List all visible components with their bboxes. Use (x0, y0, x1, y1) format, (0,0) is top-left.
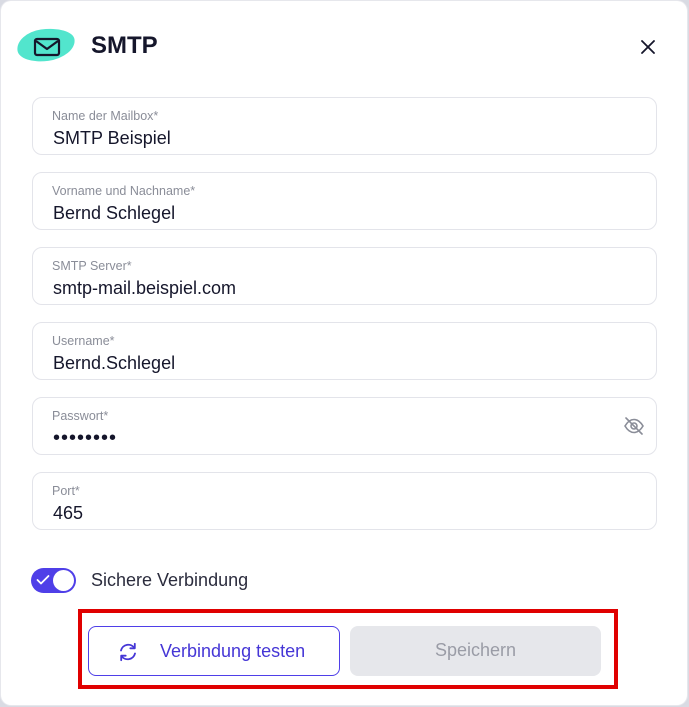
field-value[interactable]: Bernd Schlegel (53, 203, 175, 224)
dialog-header: SMTP (1, 1, 687, 91)
field-label: Vorname und Nachname* (52, 184, 196, 198)
field-label: SMTP Server* (52, 259, 132, 273)
password-field[interactable]: Passwort* •••••••• (32, 397, 657, 455)
field-value[interactable]: 465 (53, 503, 83, 524)
eye-off-icon[interactable] (623, 415, 645, 437)
field-value[interactable]: Bernd.Schlegel (53, 353, 175, 374)
field-value[interactable]: smtp-mail.beispiel.com (53, 278, 236, 299)
mail-icon (33, 37, 61, 57)
close-icon (641, 40, 655, 54)
password-value[interactable]: •••••••• (53, 427, 117, 450)
port-field[interactable]: Port* 465 (32, 472, 657, 530)
field-label: Name der Mailbox* (52, 109, 159, 123)
secure-connection-toggle[interactable] (31, 568, 76, 593)
save-label: Speichern (434, 640, 517, 660)
username-field[interactable]: Username* Bernd.Schlegel (32, 322, 657, 380)
field-value[interactable]: SMTP Beispiel (53, 128, 171, 149)
save-button[interactable]: Speichern (350, 626, 601, 676)
test-connection-label: Verbindung testen (160, 641, 306, 661)
refresh-icon (120, 642, 136, 662)
smtp-dialog: SMTP Name der Mailbox* SMTP Beispiel Vor… (1, 1, 687, 705)
smtp-server-field[interactable]: SMTP Server* smtp-mail.beispiel.com (32, 247, 657, 305)
mailbox-name-field[interactable]: Name der Mailbox* SMTP Beispiel (32, 97, 657, 155)
field-label: Passwort* (52, 409, 109, 423)
close-button[interactable] (635, 34, 661, 60)
secure-connection-label: Sichere Verbindung (91, 570, 249, 590)
field-label: Username* (52, 334, 115, 348)
toggle-knob (53, 570, 74, 591)
dialog-title: SMTP (91, 32, 158, 59)
test-connection-button[interactable]: Verbindung testen (88, 626, 340, 676)
field-label: Port* (52, 484, 80, 498)
check-icon (36, 575, 50, 585)
full-name-field[interactable]: Vorname und Nachname* Bernd Schlegel (32, 172, 657, 230)
